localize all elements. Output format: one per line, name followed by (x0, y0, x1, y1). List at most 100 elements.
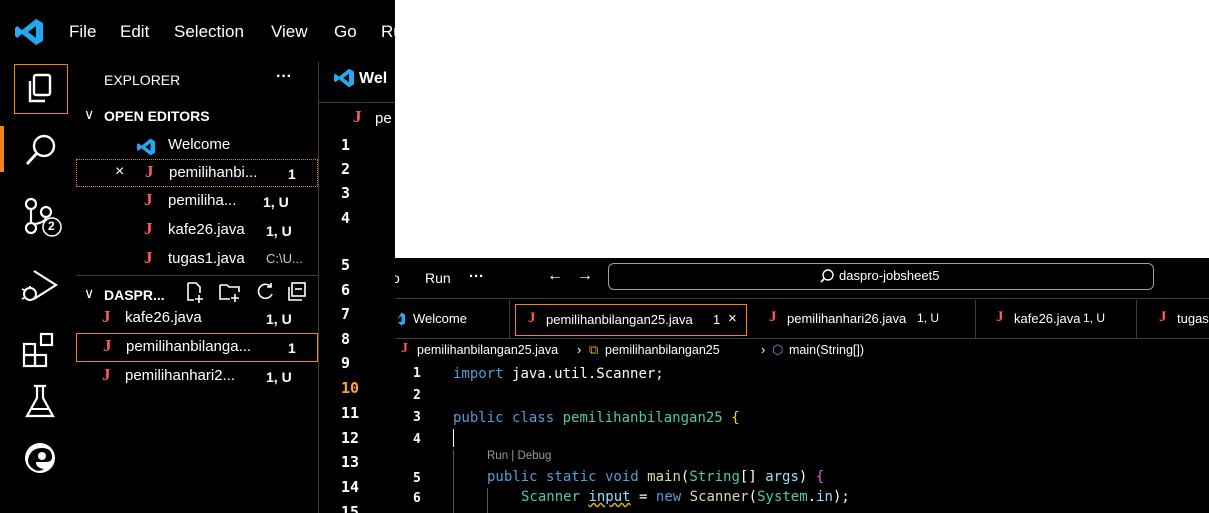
close-icon[interactable]: × (115, 163, 124, 181)
file-status: 1, U (266, 369, 292, 385)
vscode-window-secondary: o Run ··· ← → daspro-jobsheet5 Welcome J… (395, 258, 1209, 513)
search-text: daspro-jobsheet5 (839, 268, 940, 283)
folder-header[interactable]: DASPR... (104, 287, 165, 303)
divider (395, 338, 1209, 339)
line-number: 7 (341, 305, 351, 323)
search-icon[interactable] (18, 130, 62, 174)
file-status: 1, U (266, 223, 292, 239)
refresh-icon[interactable] (254, 281, 276, 308)
text-cursor (453, 429, 454, 447)
code-line-3[interactable]: public class pemilihanbilangan25 { (453, 410, 740, 426)
tab-kafe26[interactable]: J kafe26.java 1, U (976, 300, 1137, 338)
edge-devtools-icon[interactable] (18, 436, 62, 480)
back-arrow-icon[interactable]: ← (547, 267, 563, 285)
tab-label: pemilihanbilangan25.java (546, 312, 693, 327)
problem-count: 1 (713, 312, 721, 327)
open-editor-kafe[interactable]: J kafe26.java 1, U (76, 217, 318, 243)
code-line-5[interactable]: public static void main(String[] args) { (487, 469, 824, 485)
search-icon (819, 268, 835, 289)
menu-edit[interactable]: Edit (120, 22, 149, 42)
new-file-icon[interactable] (184, 281, 206, 308)
file-status: 1, U (266, 311, 292, 327)
java-file-icon: J (769, 309, 777, 325)
new-folder-icon[interactable] (218, 281, 242, 308)
menu-selection[interactable]: Selection (174, 22, 244, 42)
vscode-logo-icon (333, 68, 355, 93)
testing-icon[interactable] (18, 380, 62, 424)
divider (395, 298, 1209, 299)
menu-run-partial[interactable]: Ru (381, 22, 395, 42)
breadcrumb-method[interactable]: main(String[]) (789, 343, 864, 357)
menu-go-partial[interactable]: o (395, 270, 400, 286)
line-number: 12 (341, 429, 360, 447)
file-label: pemilihanbilanga... (126, 338, 252, 355)
line-number: 1 (413, 366, 421, 381)
java-file-icon: J (103, 336, 112, 355)
tab-welcome[interactable]: Welcome (395, 300, 510, 338)
line-number: 3 (413, 410, 421, 425)
chevron-down-icon[interactable]: ∨ (84, 285, 94, 302)
line-number: 1 (341, 136, 351, 154)
file-pemilihanbilangan25[interactable]: J pemilihanbilanga... 1 (76, 333, 318, 362)
open-editors-header[interactable]: OPEN EDITORS (104, 108, 210, 124)
java-file-icon: J (1159, 309, 1167, 325)
menu-more[interactable]: ··· (469, 268, 484, 285)
active-indicator (0, 126, 4, 172)
indent-guide (453, 450, 454, 513)
forward-arrow-icon[interactable]: → (577, 267, 593, 285)
tab-welcome-partial[interactable]: Wel (359, 70, 387, 88)
line-number-current: 10 (341, 379, 360, 397)
explorer-icon[interactable] (14, 64, 68, 114)
activity-bar: 2 (0, 62, 76, 513)
menu-view[interactable]: View (271, 22, 308, 42)
file-pemilihanhari26[interactable]: J pemilihanhari2... 1, U (76, 363, 318, 389)
command-center-search[interactable]: daspro-jobsheet5 (608, 263, 1154, 290)
open-editor-tugas[interactable]: J tugas1.java C:\U... (76, 246, 318, 272)
tab-pemilihanhari26[interactable]: J pemilihanhari26.java 1, U (751, 300, 976, 338)
tab-pemilihanbilangan25-active[interactable]: J pemilihanbilangan25.java 1 × (515, 304, 747, 336)
breadcrumb-partial[interactable]: pe (375, 110, 392, 127)
editor-area: Wel J pe 1 2 3 4 5 6 7 8 9 10 11 12 13 1… (318, 62, 395, 513)
open-editor-label: pemilihanbi... (169, 164, 258, 181)
divider (76, 275, 318, 276)
collapse-all-icon[interactable] (286, 281, 308, 308)
codelens-run-debug[interactable]: Run | Debug (487, 450, 551, 462)
open-editor-label: kafe26.java (168, 221, 245, 238)
line-number: 2 (341, 160, 351, 178)
explorer-title: EXPLORER (104, 72, 181, 88)
title-bar: File Edit Selection View Go Ru (0, 0, 395, 62)
menu-file[interactable]: File (69, 22, 96, 42)
indent-guide (487, 488, 488, 513)
code-line-6[interactable]: Scanner input = new Scanner(System.in); (521, 489, 850, 505)
open-editor-pemilihanhari[interactable]: J pemiliha... 1, U (76, 188, 318, 214)
java-file-icon: J (144, 190, 153, 209)
close-icon[interactable]: × (728, 310, 737, 327)
breadcrumb-file[interactable]: pemilihanbilangan25.java (417, 343, 558, 357)
file-label: kafe26.java (125, 309, 202, 326)
line-number: 9 (341, 354, 351, 372)
chevron-down-icon[interactable]: ∨ (84, 106, 94, 123)
more-actions-button[interactable]: ··· (276, 68, 292, 86)
open-editor-label: tugas1.java (168, 250, 245, 267)
java-file-icon: J (401, 341, 408, 356)
divider (319, 102, 395, 103)
open-editor-pemilihanbilangan[interactable]: × J pemilihanbi... 1 (76, 159, 318, 187)
tab-label: Welcome (413, 311, 467, 326)
java-file-icon: J (996, 309, 1004, 325)
menu-go[interactable]: Go (334, 22, 357, 42)
line-number: 5 (341, 256, 351, 274)
open-editor-welcome[interactable]: Welcome (76, 132, 318, 158)
file-kafe26[interactable]: J kafe26.java 1, U (76, 305, 318, 331)
tab-tugas[interactable]: J tugas (1137, 300, 1209, 338)
extensions-icon[interactable] (18, 328, 62, 372)
breadcrumb-class[interactable]: pemilihanbilangan25 (605, 343, 720, 357)
source-control-icon[interactable]: 2 (18, 195, 62, 239)
run-debug-icon[interactable] (18, 265, 62, 309)
file-path: C:\U... (266, 251, 303, 266)
code-line-1[interactable]: import java.util.Scanner; (453, 366, 664, 382)
tab-label: pemilihanhari26.java (787, 311, 907, 326)
line-number: 14 (341, 478, 360, 496)
menu-run[interactable]: Run (425, 270, 451, 286)
problem-count: 1 (288, 340, 296, 356)
file-status: 1, U (917, 311, 940, 325)
